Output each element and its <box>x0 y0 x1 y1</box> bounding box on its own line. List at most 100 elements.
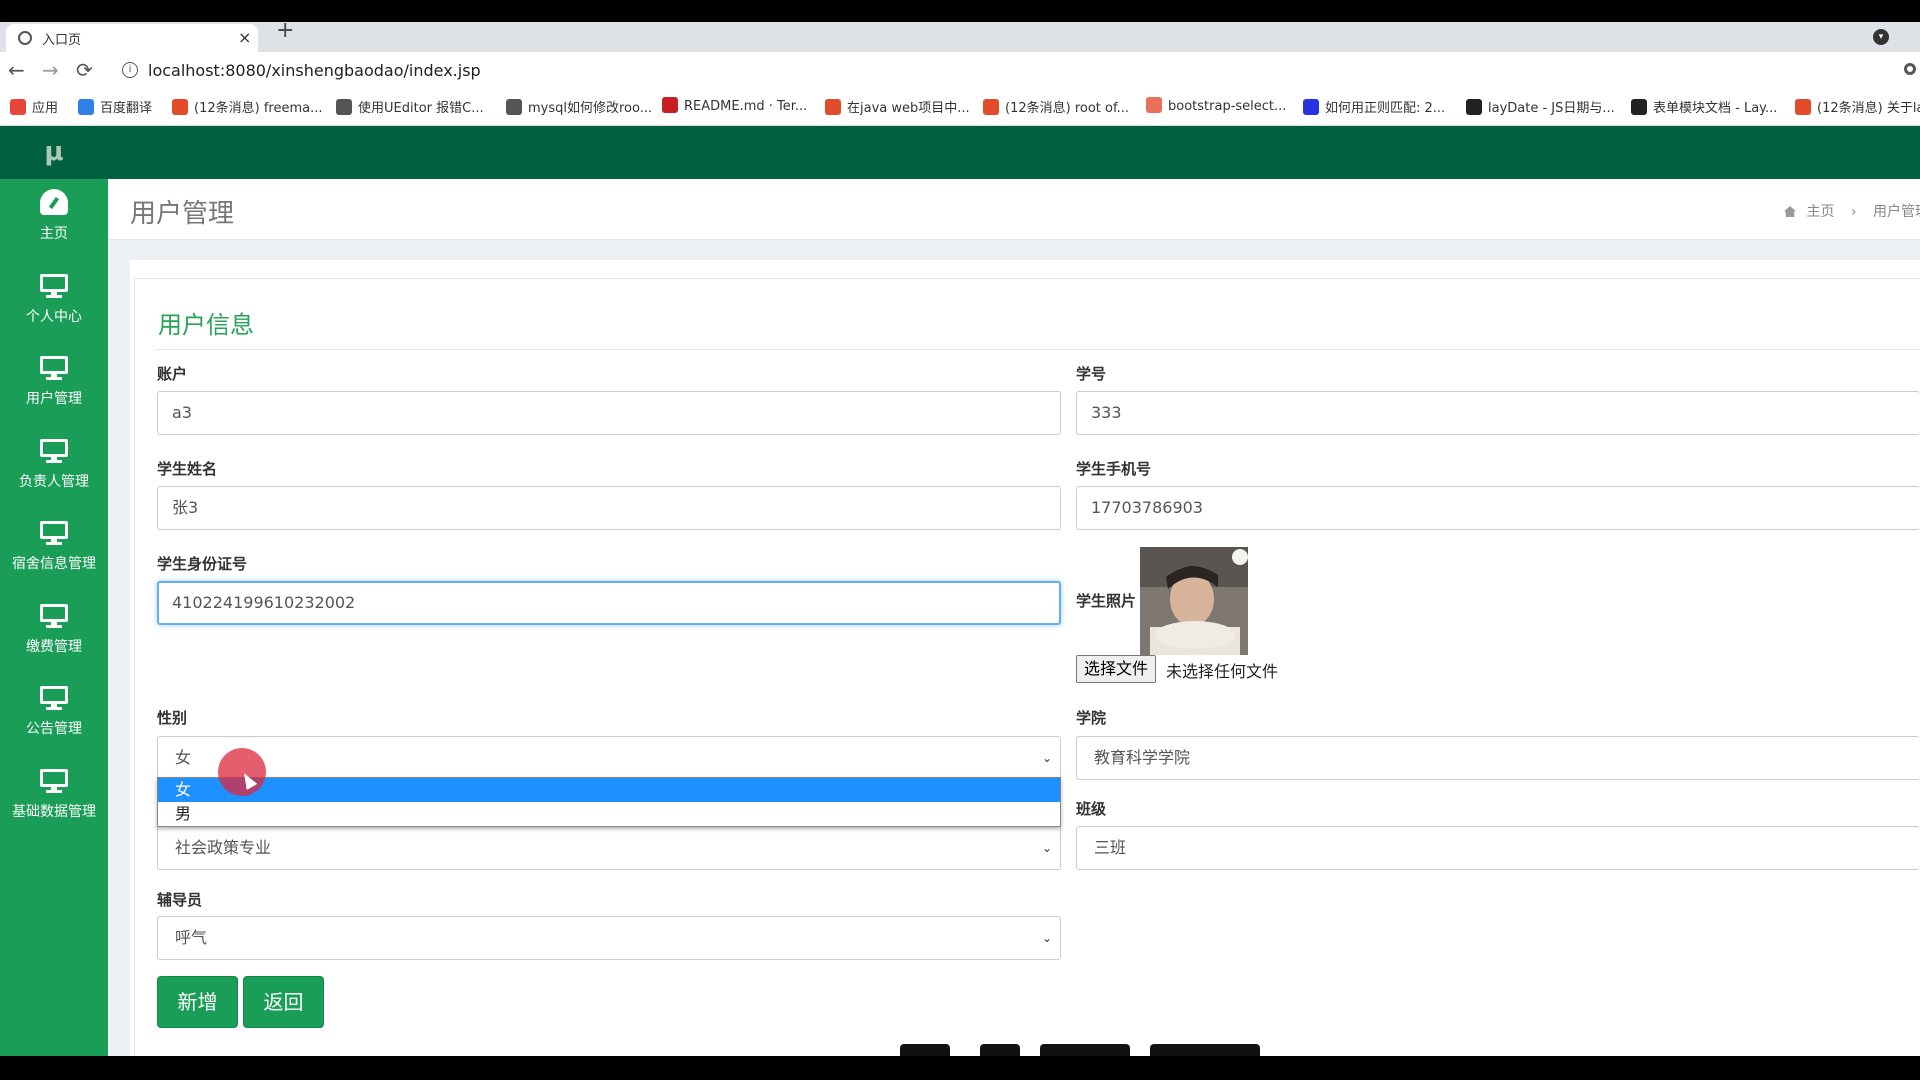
new-tab-button[interactable]: + <box>276 18 294 43</box>
gender-option-male[interactable]: 男 <box>158 802 1060 826</box>
browser-tab[interactable]: 入口页 × <box>6 24 258 52</box>
counselor-select[interactable]: 呼气 ⌄ <box>157 916 1061 960</box>
breadcrumb-separator: › <box>1850 204 1857 220</box>
sidebar-item-label: 缴费管理 <box>26 638 82 655</box>
csdn-icon <box>983 99 999 115</box>
content-header: 用户管理 主页 › 用户管理 <box>108 179 1920 240</box>
layui-icon <box>1466 99 1482 115</box>
sidebar-item[interactable]: 个人中心 <box>0 262 108 344</box>
major-select[interactable]: 社会政策专业 ⌄ <box>157 826 1061 870</box>
jianshu-icon <box>1146 97 1162 113</box>
bookmark-item[interactable]: (12条消息) 关于la <box>1795 97 1920 117</box>
class-select[interactable]: 三班 <box>1076 826 1920 870</box>
sidebar-item[interactable]: 主页 <box>0 179 108 261</box>
gender-dropdown-list: 女 男 <box>157 777 1061 827</box>
tab-title: 入口页 <box>42 33 82 48</box>
sidebar-item[interactable]: 用户管理 <box>0 344 108 426</box>
sidebar-item[interactable]: 负责人管理 <box>0 427 108 509</box>
bookmark-item[interactable]: (12条消息) freema... <box>172 97 322 117</box>
bookmark-item[interactable]: mysql如何修改roo... <box>506 97 652 117</box>
gender-selected-value: 女 <box>175 748 192 767</box>
student-no-input[interactable]: 333 <box>1076 391 1920 435</box>
student-photo <box>1140 547 1248 655</box>
id-number-input[interactable]: 410224199610232002 <box>157 581 1061 625</box>
gender-select[interactable]: 女 ⌄ <box>157 736 1061 780</box>
browser-navbar: ← → ⟳ i localhost:8080/xinshengbaodao/in… <box>0 52 1920 90</box>
site-info-icon[interactable]: i <box>122 62 138 78</box>
bookmark-item[interactable]: README.md · Ter... <box>662 97 807 117</box>
back-button-form[interactable]: 返回 <box>243 976 324 1028</box>
breadcrumb-home[interactable]: 主页 <box>1806 204 1834 220</box>
apps-grid-icon <box>10 99 26 115</box>
sidebar-item[interactable]: 宿舍信息管理 <box>0 509 108 591</box>
bookmark-label: 表单模块文档 - Lay... <box>1653 101 1778 116</box>
gender-option-female[interactable]: 女 <box>158 778 1060 802</box>
bookmark-label: 使用UEditor 报错C... <box>358 101 484 116</box>
counselor-label: 辅导员 <box>157 891 203 909</box>
forward-button[interactable]: → <box>42 58 59 82</box>
swirl-icon <box>506 99 522 115</box>
address-bar[interactable]: i localhost:8080/xinshengbaodao/index.js… <box>112 56 1912 86</box>
monitor-icon <box>40 521 68 545</box>
chevron-down-icon: ⌄ <box>1041 751 1052 765</box>
monitor-icon <box>40 686 68 710</box>
key-icon[interactable] <box>1904 63 1916 75</box>
major-selected-value: 社会政策专业 <box>175 838 272 857</box>
phone-label: 学生手机号 <box>1076 460 1152 478</box>
bookmark-label: 应用 <box>32 101 59 116</box>
bookmark-item[interactable]: layDate - JS日期与... <box>1466 97 1615 117</box>
form-title: 用户信息 <box>158 311 254 339</box>
counselor-selected-value: 呼气 <box>175 928 208 947</box>
monitor-icon <box>40 768 68 793</box>
sidebar: μ 主页 个人中心 用户管理 负责人管理宿舍信息管理 缴费管理公告管理基础数据管理 <box>0 126 108 1056</box>
sidebar-item-label: 宿舍信息管理 <box>12 556 96 572</box>
subtitle-overlay <box>900 1040 1270 1056</box>
reload-button[interactable]: ⟳ <box>76 58 93 82</box>
bookmark-item[interactable]: 如何用正则匹配: 2... <box>1303 97 1445 117</box>
account-label: 账户 <box>157 365 188 383</box>
sidebar-item[interactable]: 基础数据管理 <box>0 757 108 839</box>
bookmark-item[interactable]: 表单模块文档 - Lay... <box>1631 97 1777 117</box>
app-logo[interactable]: μ <box>0 126 108 179</box>
class-label: 班级 <box>1076 800 1107 818</box>
home-icon <box>1784 206 1796 217</box>
bookmark-item[interactable]: 百度翻译 <box>78 97 152 117</box>
bookmark-label: README.md · Ter... <box>684 99 808 114</box>
layui-icon <box>1631 99 1647 115</box>
phone-input[interactable]: 17703786903 <box>1076 486 1920 530</box>
screen: 入口页 × + ▾ ← → ⟳ i localhost:8080/xinshen… <box>0 0 1920 1080</box>
college-label: 学院 <box>1076 709 1107 727</box>
bookmark-label: (12条消息) 关于la <box>1817 101 1920 116</box>
monitor-icon <box>40 356 68 380</box>
gitee-icon <box>662 97 678 113</box>
breadcrumb: 主页 › 用户管理 <box>1784 201 1920 221</box>
add-button[interactable]: 新增 <box>157 976 238 1028</box>
monitor-icon <box>40 438 68 463</box>
globe-icon <box>18 31 32 45</box>
tab-search-icon[interactable]: ▾ <box>1873 29 1889 45</box>
sidebar-item[interactable]: 缴费管理 <box>0 592 108 674</box>
choose-file-button[interactable]: 选择文件 <box>1076 655 1157 683</box>
college-select[interactable]: 教育科学学院 <box>1076 736 1920 780</box>
bookmark-item[interactable]: 使用UEditor 报错C... <box>336 97 484 117</box>
bookmark-item[interactable]: bootstrap-select... <box>1146 97 1286 117</box>
sidebar-item[interactable]: 公告管理 <box>0 674 108 756</box>
bookmark-label: mysql如何修改roo... <box>528 101 653 116</box>
back-button[interactable]: ← <box>8 58 25 82</box>
tab-strip: 入口页 × + ▾ <box>0 18 1920 52</box>
student-name-input[interactable]: 张3 <box>157 486 1061 530</box>
page-title: 用户管理 <box>130 199 235 229</box>
bookmark-item[interactable]: (12条消息) root of... <box>983 97 1129 117</box>
monitor-icon <box>40 603 68 628</box>
account-input[interactable]: a3 <box>157 391 1061 435</box>
bookmark-label: bootstrap-select... <box>1168 99 1287 114</box>
sidebar-item-label: 基础数据管理 <box>12 803 96 820</box>
bookmark-item[interactable]: 在java web项目中... <box>825 97 970 117</box>
student-name-label: 学生姓名 <box>157 460 218 478</box>
sidebar-item-label: 公告管理 <box>26 721 82 737</box>
gender-label: 性别 <box>157 709 188 727</box>
bookmark-item[interactable]: 应用 <box>10 97 58 117</box>
swirl-icon <box>336 99 352 115</box>
bookmark-label: 百度翻译 <box>100 101 153 116</box>
tab-close-button[interactable]: × <box>238 28 251 47</box>
